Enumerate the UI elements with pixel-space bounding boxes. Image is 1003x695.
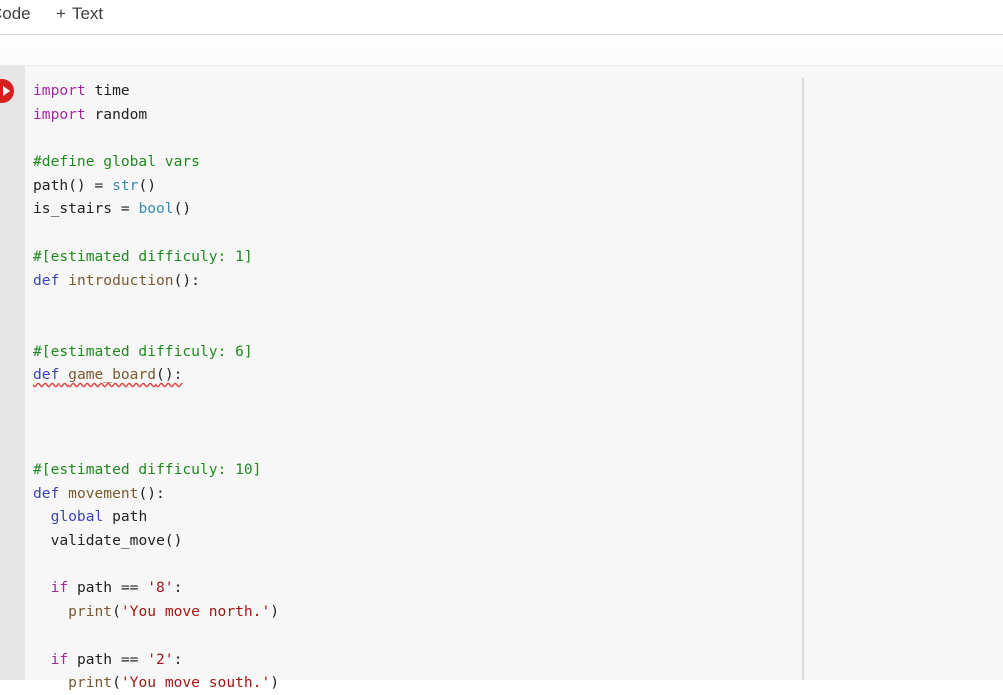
code-token: ():: [138, 484, 165, 502]
code-token: 'You move north.': [120, 603, 271, 621]
code-token: movement: [68, 484, 139, 502]
add-code-cell-button[interactable]: Code: [0, 4, 31, 24]
code-token: import: [33, 105, 86, 123]
play-icon: [3, 86, 10, 96]
code-token: (: [112, 674, 121, 692]
code-line: is_stairs = bool(): [33, 197, 279, 221]
cell-gutter: [0, 66, 25, 680]
code-token: :: [173, 579, 183, 597]
code-line: global path: [33, 505, 279, 529]
code-token: game_board: [68, 366, 157, 384]
code-token: validate_move(): [50, 532, 183, 550]
code-token: import: [33, 82, 86, 99]
code-token: :: [173, 650, 183, 668]
code-token: bool: [138, 200, 174, 218]
code-token: (: [112, 603, 121, 621]
code-token: #[estimated difficuly: 10]: [33, 461, 262, 478]
code-line: #[estimated difficuly: 1]: [33, 245, 279, 269]
code-token: path ==: [68, 579, 148, 597]
code-token: global: [50, 508, 104, 526]
code-line: import random: [33, 103, 279, 127]
code-token: path ==: [68, 650, 148, 668]
code-token: introduction: [68, 271, 174, 289]
code-token: '2': [147, 650, 174, 668]
code-token: #[estimated difficuly: 1]: [33, 247, 253, 265]
code-token: path: [103, 508, 148, 526]
code-line: #[estimated difficuly: 10]: [33, 458, 279, 482]
code-token: def: [33, 366, 60, 384]
code-token: #[estimated difficuly: 6]: [33, 342, 253, 360]
code-line: #define global vars: [33, 150, 279, 174]
line-length-ruler: [802, 78, 804, 680]
code-token: #define global vars: [33, 153, 200, 171]
code-token: 'You move south.': [120, 674, 271, 692]
code-token: (): [173, 200, 192, 218]
code-token: time: [85, 82, 130, 99]
code-cell[interactable]: import time import random #define global …: [0, 66, 1003, 691]
code-token: (): [138, 176, 157, 194]
code-line: def movement():: [33, 482, 279, 506]
code-token: ():: [156, 366, 183, 384]
code-line: import time: [33, 79, 279, 103]
code-token: if: [50, 650, 69, 668]
code-line: #[estimated difficuly: 6]: [33, 340, 279, 364]
code-line: if path == '2':: [33, 648, 279, 672]
code-token: if: [50, 579, 69, 597]
code-editor[interactable]: import time import random #define global …: [33, 79, 279, 695]
code-line: def game_board():: [33, 363, 279, 387]
add-text-cell-button[interactable]: + Text: [56, 4, 103, 24]
code-token: ():: [173, 271, 200, 289]
code-token: ): [270, 603, 280, 621]
code-token: print: [68, 603, 113, 621]
code-line: path() = str(): [33, 174, 279, 198]
code-line: validate_move(): [33, 529, 279, 553]
code-token: print: [68, 674, 113, 692]
cell-spacer: [0, 35, 1003, 66]
code-line: print('You move north.'): [33, 600, 279, 624]
code-token: str: [112, 176, 139, 194]
code-token: '8': [147, 579, 174, 597]
code-token: def: [33, 484, 60, 502]
code-token: ): [270, 674, 280, 692]
add-text-label: Text: [71, 4, 104, 23]
plus-icon: +: [56, 4, 66, 23]
code-line: if path == '8':: [33, 576, 279, 600]
code-token: path() =: [33, 176, 113, 194]
notebook-toolbar: Code + Text: [0, 0, 1003, 35]
code-token: def: [33, 271, 60, 289]
code-line: def introduction():: [33, 269, 279, 293]
code-line: print('You move south.'): [33, 671, 279, 695]
code-token: is_stairs =: [33, 200, 139, 218]
code-token: random: [85, 105, 148, 123]
